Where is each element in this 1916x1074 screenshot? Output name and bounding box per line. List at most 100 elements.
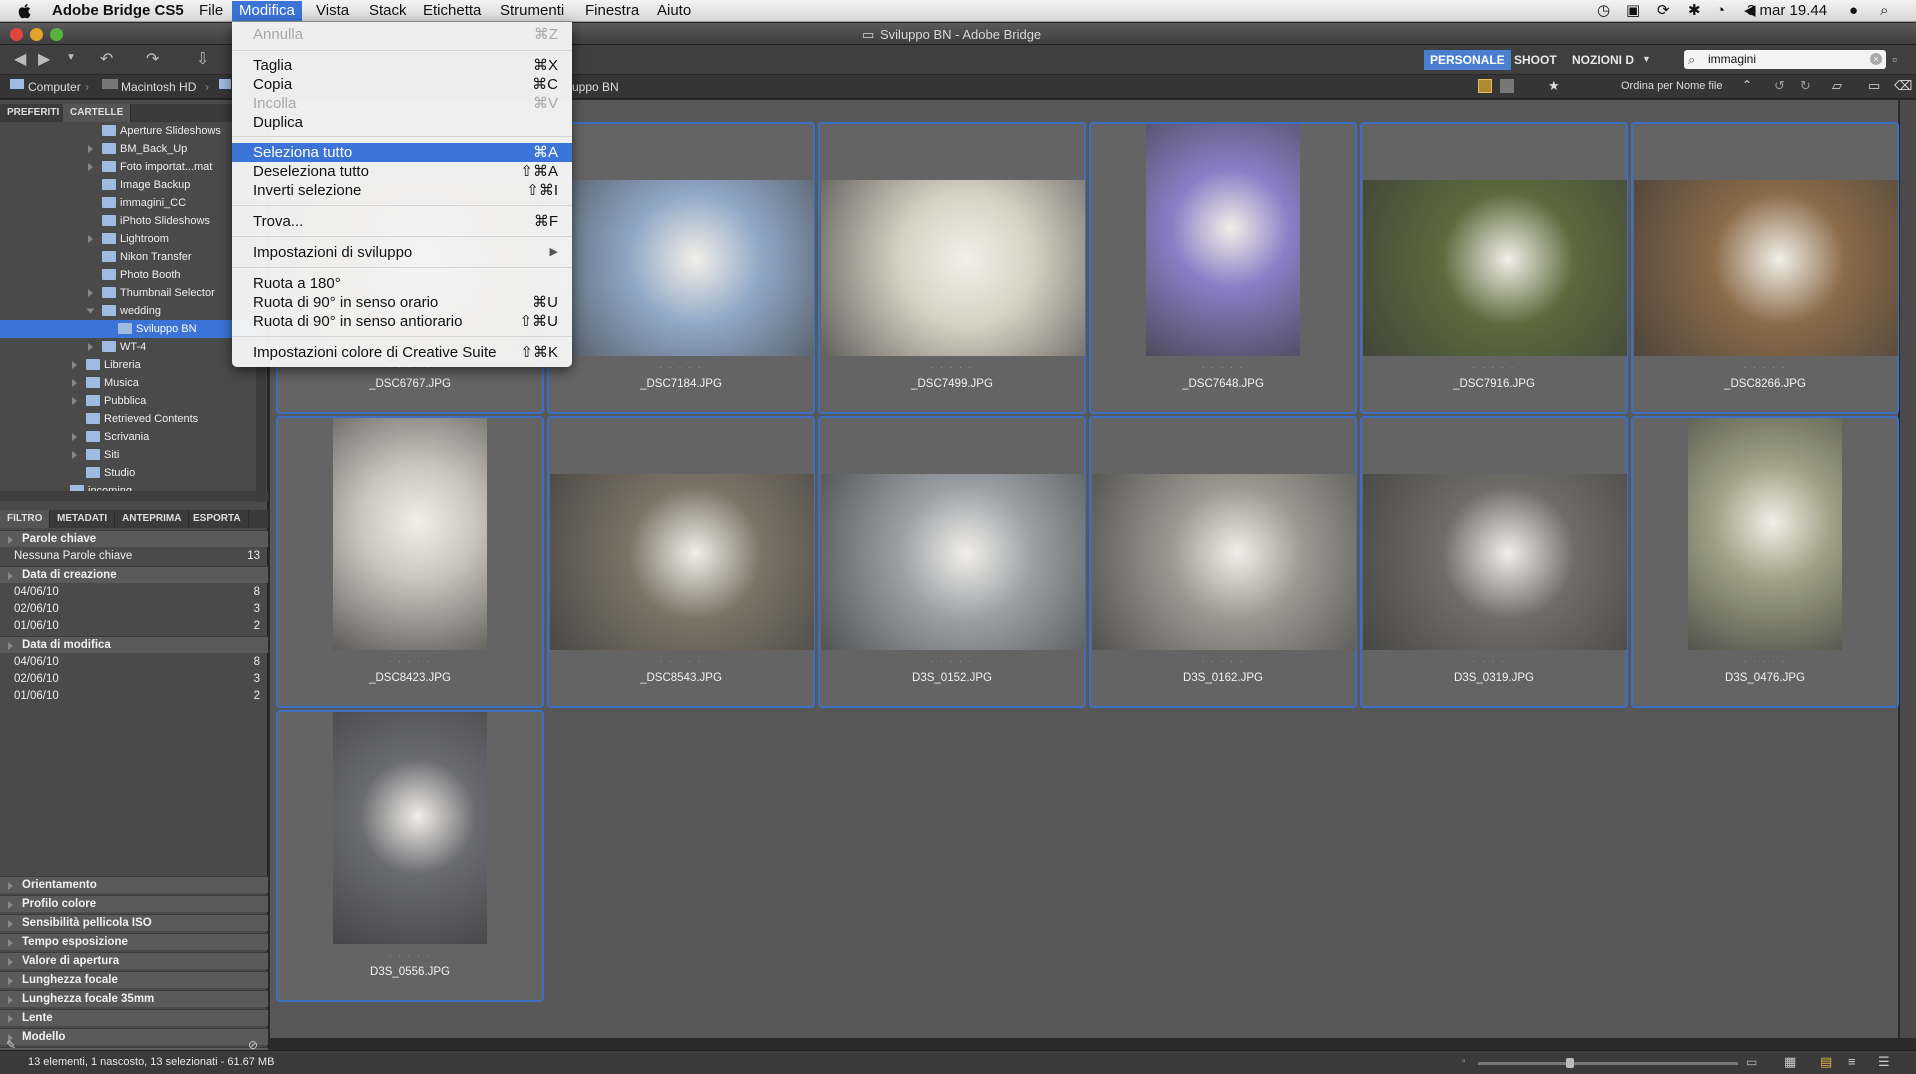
- path-computer[interactable]: Computer: [28, 80, 81, 94]
- disclosure-icon[interactable]: [88, 235, 93, 243]
- disclosure-icon[interactable]: [8, 977, 13, 985]
- menu-etichetta[interactable]: Etichetta: [423, 1, 481, 21]
- folder-item[interactable]: Siti: [0, 446, 258, 464]
- slider-thumb[interactable]: [1566, 1058, 1574, 1068]
- zoom-in-icon[interactable]: ▭: [1746, 1055, 1757, 1069]
- tab-filtro[interactable]: FILTRO: [0, 510, 51, 528]
- thumbnail-cell[interactable]: · · · · · _DSC8423.JPG: [276, 416, 544, 708]
- disclosure-icon[interactable]: [8, 1015, 13, 1023]
- disclosure-icon[interactable]: [72, 361, 77, 369]
- folder-item[interactable]: wedding: [0, 302, 258, 320]
- get-photos-icon[interactable]: ⇩: [196, 49, 209, 69]
- bluetooth-icon[interactable]: ✱: [1688, 1, 1701, 21]
- rating-stars[interactable]: · · · · ·: [1633, 656, 1897, 666]
- folder-item[interactable]: WT-4: [0, 338, 258, 356]
- folder-item[interactable]: Sviluppo BN: [0, 320, 258, 338]
- boomerang-icon[interactable]: ↶: [100, 49, 113, 69]
- menu-item-annulla[interactable]: Annulla ⌘Z: [232, 25, 572, 44]
- workspace-nozioni[interactable]: NOZIONI D: [1566, 50, 1640, 70]
- folder-hscrollbar[interactable]: [0, 491, 268, 501]
- rating-stars[interactable]: · · · · ·: [1091, 656, 1355, 666]
- photo-thumbnail[interactable]: [1092, 474, 1356, 650]
- photo-thumbnail[interactable]: [333, 712, 487, 944]
- thumbnail-cell[interactable]: · · · · · _DSC8543.JPG: [547, 416, 815, 708]
- rating-stars[interactable]: · · · · ·: [820, 656, 1084, 666]
- thumbnail-cell[interactable]: · · · · · _DSC7648.JPG: [1089, 122, 1357, 414]
- folder-item[interactable]: Retrieved Contents: [0, 410, 258, 428]
- rating-stars[interactable]: · · · · ·: [820, 362, 1084, 372]
- zoom-button[interactable]: [50, 28, 63, 41]
- folder-item[interactable]: Studio: [0, 464, 258, 482]
- photo-thumbnail[interactable]: [1688, 418, 1842, 650]
- tab-preferiti[interactable]: PREFERITI: [0, 104, 68, 122]
- photo-thumbnail[interactable]: [550, 474, 814, 650]
- menu-stack[interactable]: Stack: [369, 1, 407, 21]
- forward-icon[interactable]: ▶: [38, 49, 50, 69]
- disclosure-icon[interactable]: [8, 958, 13, 966]
- folder-item[interactable]: Pubblica: [0, 392, 258, 410]
- filter-category[interactable]: Sensibilità pellicola ISO: [0, 914, 268, 931]
- rating-stars[interactable]: · · · · ·: [549, 656, 813, 666]
- close-button[interactable]: [10, 28, 23, 41]
- thumbnail-cell[interactable]: · · · · · D3S_0152.JPG: [818, 416, 1086, 708]
- filter-category[interactable]: Lente: [0, 1009, 268, 1026]
- clear-search-icon[interactable]: ×: [1870, 53, 1882, 65]
- filter-category[interactable]: Valore di apertura: [0, 952, 268, 969]
- folder-item[interactable]: BM_Back_Up: [0, 140, 258, 158]
- folder-item[interactable]: Nikon Transfer: [0, 248, 258, 266]
- thumbnail-cell[interactable]: · · · · · _DSC7499.JPG: [818, 122, 1086, 414]
- filter-row[interactable]: 02/06/10 3: [0, 601, 268, 618]
- menu-file[interactable]: File: [199, 1, 223, 21]
- path-current[interactable]: uppo BN: [572, 80, 619, 94]
- filter-category-created[interactable]: Data di creazione: [0, 566, 268, 583]
- apple-menu-icon[interactable]: [16, 2, 34, 20]
- time-machine-icon[interactable]: ◷: [1597, 1, 1610, 21]
- disclosure-icon[interactable]: [8, 536, 13, 544]
- disclosure-icon[interactable]: [8, 939, 13, 947]
- tab-cartelle[interactable]: CARTELLE: [63, 104, 132, 122]
- trash-icon[interactable]: ⌫: [1894, 78, 1912, 94]
- menu-item-incolla[interactable]: Incolla ⌘V: [232, 94, 572, 113]
- menu-item-inverti-selezione[interactable]: Inverti selezione ⇧⌘I: [232, 181, 572, 200]
- menu-item-ruota-180[interactable]: Ruota a 180°: [232, 274, 572, 293]
- path-disk[interactable]: Macintosh HD: [121, 80, 196, 94]
- user-icon[interactable]: ●: [1849, 1, 1858, 21]
- folder-item[interactable]: Libreria: [0, 356, 258, 374]
- disclosure-icon[interactable]: [88, 163, 93, 171]
- rating-stars[interactable]: · · · · ·: [1091, 362, 1355, 372]
- app-menu[interactable]: Adobe Bridge CS5: [52, 1, 184, 21]
- back-icon[interactable]: ◀: [14, 49, 26, 69]
- grid-lock-icon[interactable]: ▦: [1784, 1054, 1796, 1070]
- photo-thumbnail[interactable]: [1363, 474, 1627, 650]
- thumbnail-cell[interactable]: · · · · · D3S_0476.JPG: [1631, 416, 1899, 708]
- rating-stars[interactable]: · · · · ·: [1362, 362, 1626, 372]
- workspace-dropdown-icon[interactable]: ▼: [1642, 54, 1651, 64]
- photo-thumbnail[interactable]: [821, 474, 1085, 650]
- disclosure-icon[interactable]: [8, 996, 13, 1004]
- folder-item[interactable]: Image Backup: [0, 176, 258, 194]
- photo-thumbnail[interactable]: [821, 180, 1085, 356]
- list-view-icon[interactable]: ☰: [1878, 1054, 1890, 1070]
- disclosure-icon[interactable]: [8, 901, 13, 909]
- folder-item[interactable]: Scrivania: [0, 428, 258, 446]
- workspace-personale[interactable]: PERSONALE: [1424, 50, 1511, 70]
- menu-finestra[interactable]: Finestra: [585, 1, 639, 21]
- zoom-out-icon[interactable]: ▫: [1462, 1056, 1466, 1067]
- filter-row[interactable]: 02/06/10 3: [0, 671, 268, 688]
- star-filter-icon[interactable]: ★: [1548, 78, 1560, 94]
- folder-item[interactable]: Musica: [0, 374, 258, 392]
- filter-category[interactable]: Tempo esposizione: [0, 933, 268, 950]
- menu-item-trova[interactable]: Trova... ⌘F: [232, 212, 572, 231]
- grid-view-icon[interactable]: [1478, 79, 1492, 93]
- folder-item[interactable]: iPhoto Slideshows: [0, 212, 258, 230]
- rating-stars[interactable]: · · · · ·: [278, 950, 542, 960]
- folder-item[interactable]: Lightroom: [0, 230, 258, 248]
- filter-category-keywords[interactable]: Parole chiave: [0, 530, 268, 547]
- disclosure-open-icon[interactable]: [86, 308, 95, 314]
- thumbnail-view-icon[interactable]: ▤: [1820, 1054, 1832, 1070]
- display-icon[interactable]: ▣: [1626, 1, 1640, 21]
- thumbnail-cell[interactable]: · · · · · D3S_0319.JPG: [1360, 416, 1628, 708]
- menu-item-duplica[interactable]: Duplica: [232, 113, 572, 132]
- camera-raw-icon[interactable]: ↷: [146, 49, 159, 69]
- menu-modifica[interactable]: Modifica: [232, 1, 302, 21]
